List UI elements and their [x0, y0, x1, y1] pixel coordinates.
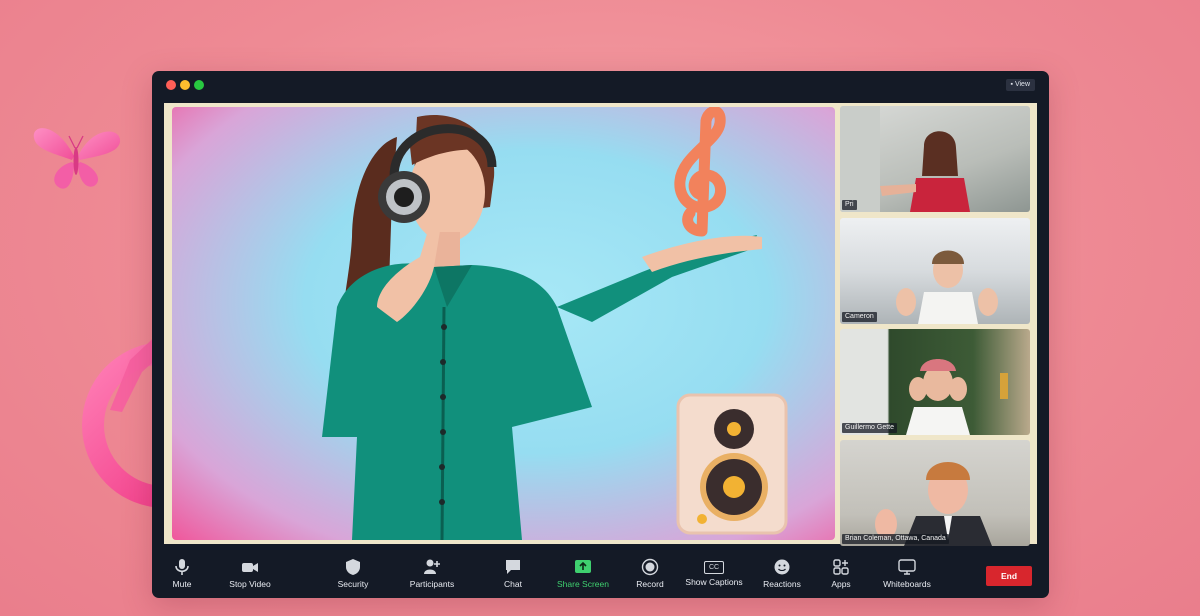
participant-video: [906, 359, 1008, 435]
participant-name: Guillermo Gette: [842, 423, 898, 433]
video-stage: Pri Cameron Guillermo Gette Brian Colema…: [164, 103, 1037, 546]
microphone-icon: [175, 559, 189, 575]
apps-icon: [833, 559, 849, 575]
participants-icon: [424, 559, 440, 574]
share-screen-icon: [575, 560, 591, 573]
maximize-window-button[interactable]: [194, 80, 204, 90]
video-camera-icon: [242, 563, 258, 572]
participant-tile[interactable]: Guillermo Gette: [840, 329, 1030, 435]
security-button[interactable]: Security: [308, 556, 398, 596]
participant-video: [840, 106, 970, 212]
participant-video: [896, 250, 998, 324]
view-button[interactable]: ▪ View: [1005, 79, 1035, 91]
butterfly-icon: [33, 128, 121, 189]
view-label: View: [1014, 81, 1030, 88]
stop-video-label: Stop Video: [229, 579, 271, 589]
main-speaker-video: [172, 107, 835, 540]
captions-icon: CC: [704, 561, 724, 574]
title-bar: ▪ View: [152, 71, 1049, 99]
chat-icon: [506, 560, 520, 574]
participant-name: Pri: [842, 200, 857, 210]
security-label: Security: [337, 579, 369, 589]
meeting-window: ▪ View Pri Cameron Guillermo Gette Brian…: [152, 71, 1049, 598]
participant-name: Cameron: [842, 312, 877, 322]
participants-button[interactable]: Participants: [387, 556, 477, 596]
participant-tile[interactable]: Cameron: [840, 218, 1030, 324]
end-meeting-button[interactable]: End: [986, 566, 1032, 586]
stop-video-button[interactable]: Stop Video: [205, 556, 295, 596]
treble-clef-icon: [674, 107, 726, 237]
reactions-icon: [774, 559, 790, 575]
participant-tile[interactable]: Brian Coleman, Ottawa, Canada: [840, 440, 1030, 546]
participants-label: Participants: [409, 579, 455, 589]
participant-name: Brian Coleman, Ottawa, Canada: [842, 534, 949, 544]
participant-video: [875, 462, 992, 546]
speaker-icon: [676, 393, 788, 535]
whiteboards-label: Whiteboards: [883, 579, 931, 589]
participant-tile[interactable]: Pri: [840, 106, 1030, 212]
meeting-toolbar: Mute Stop Video Security Participants Ch…: [152, 554, 1049, 598]
close-window-button[interactable]: [166, 80, 176, 90]
minimize-window-button[interactable]: [180, 80, 190, 90]
whiteboards-button[interactable]: Whiteboards: [862, 556, 952, 596]
whiteboard-icon: [898, 559, 916, 575]
shield-icon: [346, 559, 360, 575]
record-icon: [641, 558, 659, 576]
